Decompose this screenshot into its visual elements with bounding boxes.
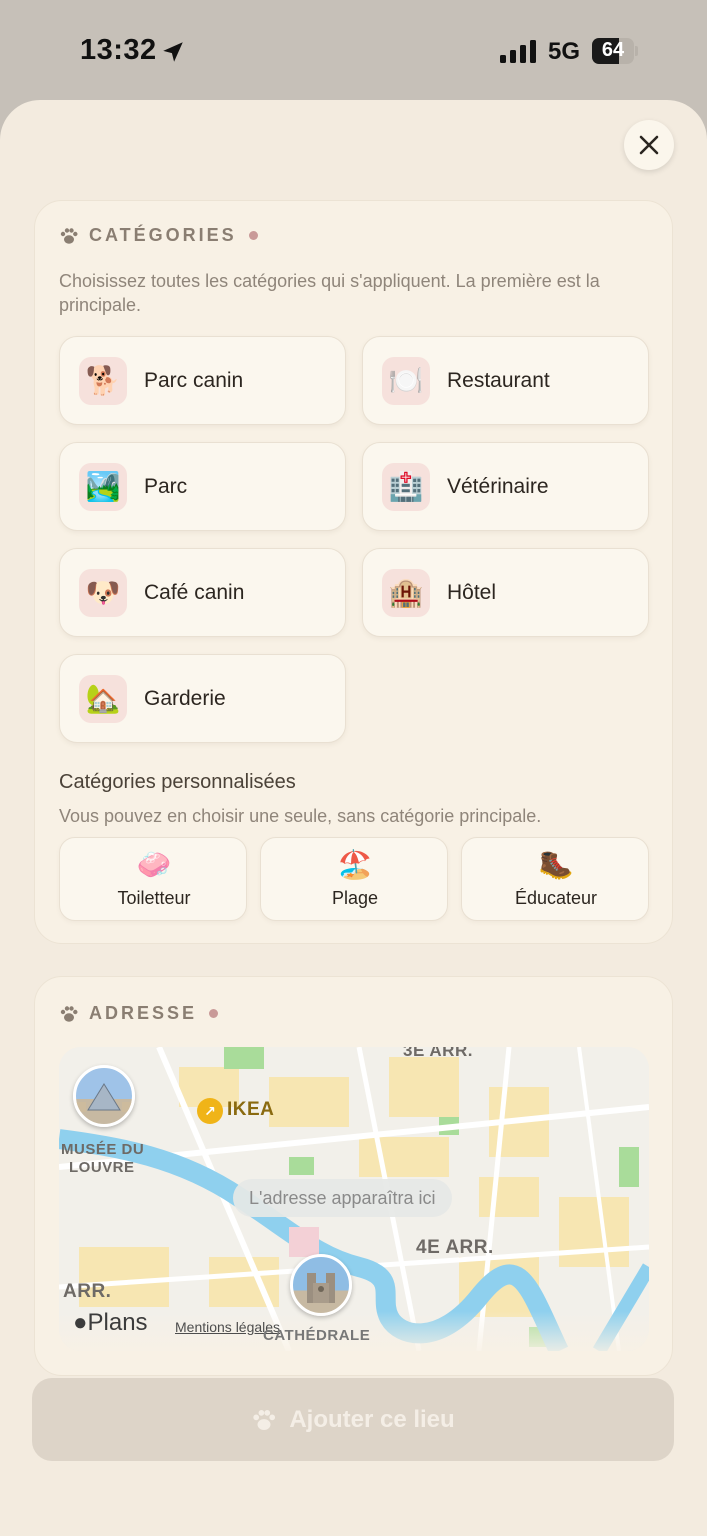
category-parc-canin[interactable]: 🐕 Parc canin xyxy=(59,336,346,425)
category-label: Restaurant xyxy=(447,368,550,392)
custom-category-label: Toiletteur xyxy=(117,888,191,908)
category-cafe-canin[interactable]: 🐶 Café canin xyxy=(59,548,346,637)
address-placeholder: L'adresse apparaîtra ici xyxy=(233,1179,452,1217)
category-label: Hôtel xyxy=(447,580,497,604)
category-label: Vétérinaire xyxy=(447,474,549,498)
map-label-cathedrale: CATHÉDRALE xyxy=(263,1327,371,1344)
paw-icon xyxy=(253,1409,276,1430)
required-dot xyxy=(248,231,258,240)
network-type: 5G xyxy=(548,38,581,65)
category-garderie[interactable]: 🏡 Garderie xyxy=(59,654,346,743)
dog-face-icon: 🐶 xyxy=(79,568,127,617)
plans-attribution: ●Plans xyxy=(73,1309,148,1337)
custom-categories-title: Catégories personnalisées xyxy=(59,771,296,793)
paw-icon xyxy=(60,1005,78,1022)
location-arrow-icon xyxy=(163,42,183,62)
category-hotel[interactable]: 🏨 Hôtel xyxy=(362,548,649,637)
cathedral-icon xyxy=(307,1273,335,1303)
custom-category-toiletteur[interactable]: 🧼 Toiletteur xyxy=(59,837,247,921)
pyramid-icon xyxy=(76,1083,132,1112)
add-place-button[interactable]: Ajouter ce lieu xyxy=(32,1378,674,1461)
signal-icon xyxy=(500,40,536,63)
address-header: ADRESSE xyxy=(59,1003,219,1024)
map-label-3e-arr: 3E ARR. xyxy=(403,1047,473,1060)
status-time: 13:32 xyxy=(80,34,157,66)
park-icon: 🏞️ xyxy=(79,462,127,511)
map-label-arr: ARR. xyxy=(63,1281,112,1302)
dog-icon: 🐕 xyxy=(79,356,127,405)
battery-percent: 64 xyxy=(601,39,625,61)
map-label-ikea: IKEA xyxy=(227,1099,275,1120)
plate-icon: 🍽️ xyxy=(382,356,430,405)
ikea-icon: ↗ xyxy=(197,1098,223,1124)
category-parc[interactable]: 🏞️ Parc xyxy=(59,442,346,531)
categories-header: CATÉGORIES xyxy=(59,225,258,246)
required-dot xyxy=(209,1009,219,1018)
custom-category-label: Éducateur xyxy=(514,888,598,908)
category-veterinaire[interactable]: 🏥 Vétérinaire xyxy=(362,442,649,531)
category-restaurant[interactable]: 🍽️ Restaurant xyxy=(362,336,649,425)
custom-category-plage[interactable]: 🏖️ Plage xyxy=(260,837,448,921)
map-label-4e-arr: 4E ARR. xyxy=(416,1237,494,1258)
address-title: ADRESSE xyxy=(89,1003,198,1023)
hotel-icon: 🏨 xyxy=(382,568,430,617)
categories-title: CATÉGORIES xyxy=(89,225,237,245)
paw-icon xyxy=(60,227,78,244)
close-button[interactable] xyxy=(624,120,674,170)
hospital-icon: 🏥 xyxy=(382,462,430,511)
battery-icon: 64 xyxy=(592,38,638,64)
category-label: Café canin xyxy=(144,580,245,604)
plans-label: Plans xyxy=(87,1309,148,1336)
map-label-louvre-2: LOUVRE xyxy=(69,1159,135,1176)
custom-categories-help: Vous pouvez en choisir une seule, sans c… xyxy=(59,806,542,826)
categories-help: Choisissez toutes les catégories qui s'a… xyxy=(59,271,600,315)
custom-category-label: Plage xyxy=(331,888,379,908)
beach-icon: 🏖️ xyxy=(337,849,373,880)
house-icon: 🏡 xyxy=(79,674,127,723)
address-map[interactable]: 3E ARR. ↗ IKEA MUSÉE DU LOUVRE L'adresse… xyxy=(59,1047,649,1351)
close-icon xyxy=(639,135,659,155)
category-label: Parc canin xyxy=(144,368,244,392)
apple-logo-icon: ● xyxy=(73,1309,88,1336)
status-bar: 13:32 5G 64 xyxy=(0,0,707,100)
category-label: Garderie xyxy=(144,686,226,710)
categories-card: CATÉGORIES Choisissez toutes les catégor… xyxy=(34,200,673,944)
cathedrale-pin[interactable] xyxy=(290,1254,352,1316)
custom-category-educateur[interactable]: 🥾 Éducateur xyxy=(461,837,649,921)
louvre-pin[interactable] xyxy=(73,1065,135,1127)
category-label: Parc xyxy=(144,474,188,498)
add-place-label: Ajouter ce lieu xyxy=(289,1405,455,1433)
boot-icon: 🥾 xyxy=(538,849,574,880)
map-label-louvre-1: MUSÉE DU xyxy=(61,1141,145,1158)
soap-icon: 🧼 xyxy=(136,849,172,880)
address-card: ADRESSE 3E ARR. ↗ IKEA MUSÉE DU LOUVRE L… xyxy=(34,976,673,1376)
